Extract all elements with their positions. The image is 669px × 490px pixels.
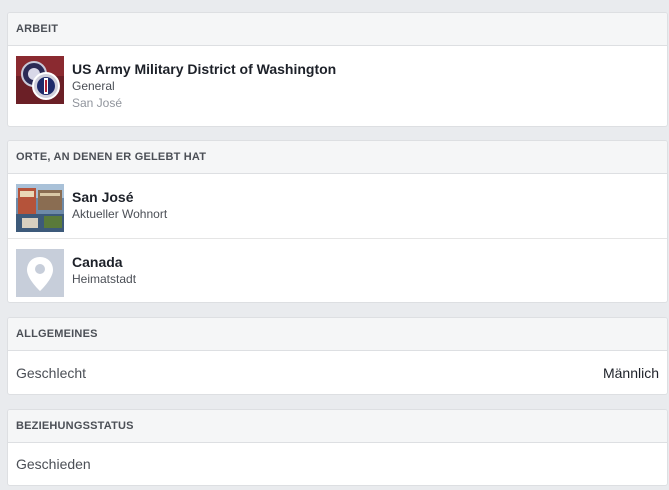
job-position: General [72,79,115,93]
gender-row: Geschlecht Männlich [8,351,667,394]
relationship-row: Geschieden [8,443,667,485]
place-name[interactable]: Canada [72,253,136,271]
work-section-header: ARBEIT [8,13,667,46]
employer-name[interactable]: US Army Military District of Washington [72,60,336,78]
general-section: ALLGEMEINES Geschlecht Männlich [7,317,668,395]
gender-label: Geschlecht [16,365,87,381]
place-item-hometown[interactable]: Canada Heimatstadt [8,238,667,302]
map-pin-icon [16,249,64,297]
relationship-section-header: BEZIEHUNGSSTATUS [8,410,667,443]
work-item[interactable]: US Army Military District of Washington … [8,46,667,122]
place-type: Heimatstadt [72,272,137,286]
places-section: ORTE, AN DENEN ER GELEBT HAT San José Ak… [7,140,668,303]
place-type: Aktueller Wohnort [72,207,168,221]
place-name[interactable]: San José [72,188,167,206]
general-section-header: ALLGEMEINES [8,318,667,351]
relationship-status-value: Geschieden [16,456,91,472]
relationship-section: BEZIEHUNGSSTATUS Geschieden [7,409,668,486]
map-pin-thumbnail[interactable] [16,249,64,297]
city-photo-icon [16,184,64,232]
places-section-header: ORTE, AN DENEN ER GELEBT HAT [8,141,667,174]
military-insignia-thumbnail[interactable] [16,56,64,104]
work-section: ARBEIT US Army Military District of Wash… [7,12,668,127]
place-item-current[interactable]: San José Aktueller Wohnort [8,174,667,238]
city-photo-thumbnail[interactable] [16,184,64,232]
gender-value: Männlich [602,365,659,381]
about-page: ARBEIT US Army Military District of Wash… [0,0,669,490]
job-location: San José [72,96,123,110]
military-insignia-icon [16,56,64,104]
